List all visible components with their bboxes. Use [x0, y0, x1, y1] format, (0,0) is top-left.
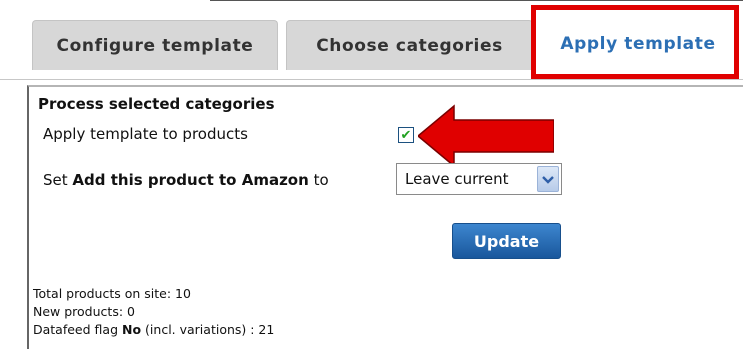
stat-new-products: New products: 0 [33, 304, 135, 319]
tab-choose-categories[interactable]: Choose categories [286, 20, 533, 70]
checkmark-icon: ✔ [400, 127, 412, 143]
datafeed-flag-value: No [122, 322, 142, 337]
datafeed-suffix: (incl. variations) : 21 [145, 322, 275, 337]
tab-bar: Configure template Choose categories App… [0, 0, 743, 80]
tab-divider [0, 79, 743, 80]
datafeed-prefix: Datafeed flag [33, 322, 119, 337]
amazon-row-label: Set Add this product to Amazon to [43, 171, 329, 189]
tab-highlight-box [531, 5, 739, 79]
red-arrow-icon [418, 104, 554, 168]
amazon-option-select[interactable]: Leave current [396, 163, 562, 195]
stat-datafeed-flag: Datafeed flag No (incl. variations) : 21 [33, 322, 274, 337]
chevron-down-icon [542, 175, 554, 184]
amazon-field-name: Add this product to Amazon [72, 171, 309, 189]
stat-total-products: Total products on site: 10 [33, 286, 191, 301]
amazon-row-prefix: Set [43, 171, 68, 189]
select-dropdown-button[interactable] [537, 166, 559, 192]
section-title: Process selected categories [38, 95, 275, 113]
apply-template-label: Apply template to products [43, 125, 248, 143]
select-value: Leave current [405, 170, 509, 188]
tab-configure-template[interactable]: Configure template [32, 20, 278, 70]
update-button[interactable]: Update [452, 223, 561, 259]
amazon-row-suffix: to [313, 171, 329, 189]
apply-template-checkbox[interactable]: ✔ [398, 127, 414, 143]
